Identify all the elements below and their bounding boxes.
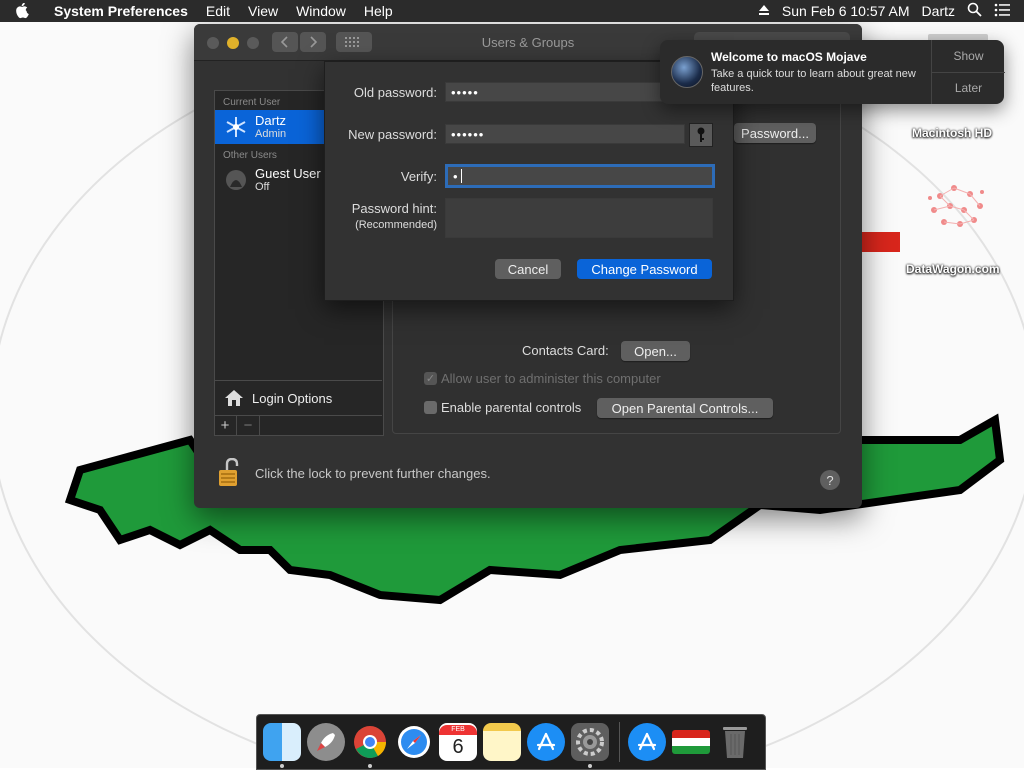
remove-user-button[interactable]: − (237, 416, 260, 435)
notification-center-icon[interactable] (994, 3, 1010, 20)
datawagon-logo-icon (928, 185, 984, 227)
old-password-label: Old password: (353, 85, 437, 100)
user-status: Off (255, 181, 270, 193)
menu-edit[interactable]: Edit (206, 3, 230, 19)
menu-window[interactable]: Window (296, 3, 346, 19)
login-options-label: Login Options (252, 390, 333, 406)
calendar-dock-icon[interactable]: FEB 6 (439, 723, 477, 761)
system-preferences-dock-icon[interactable] (571, 723, 609, 768)
menu-clock[interactable]: Sun Feb 6 10:57 AM (782, 3, 910, 19)
help-button[interactable]: ? (820, 470, 840, 490)
notes-dock-icon[interactable] (483, 723, 521, 761)
calendar-day: 6 (452, 736, 464, 758)
flag-image-dock-icon[interactable] (672, 730, 710, 754)
menu-view[interactable]: View (248, 3, 278, 19)
key-icon (697, 127, 705, 142)
menu-user[interactable]: Dartz (922, 3, 955, 19)
dock-separator (619, 722, 620, 762)
trash-icon (723, 727, 747, 758)
allow-admin-checkbox[interactable]: ✓ (424, 372, 437, 385)
add-user-button[interactable]: + (214, 416, 237, 435)
user-role: Admin (255, 128, 287, 140)
new-password-field[interactable]: •••••• (445, 124, 685, 144)
running-indicator (280, 764, 284, 768)
chrome-icon (354, 726, 387, 758)
password-assistant-key-button[interactable] (689, 123, 713, 147)
desktop-icon-label: DataWagon.com (906, 262, 1000, 276)
menu-app-name[interactable]: System Preferences (54, 3, 188, 19)
house-icon (224, 389, 244, 407)
app-store-icon (637, 732, 657, 751)
cancel-button[interactable]: Cancel (495, 259, 561, 279)
app-store-download-dock-icon[interactable] (628, 723, 666, 761)
compass-icon (398, 726, 430, 758)
running-indicator (368, 764, 372, 768)
menu-bar: System Preferences Edit View Window Help… (0, 0, 1024, 22)
password-hint-sublabel: (Recommended) (355, 219, 437, 231)
guest-avatar-icon (223, 167, 249, 193)
running-indicator (588, 764, 592, 768)
notification-body: Take a quick tour to learn about great n… (711, 68, 916, 94)
gear-icon (576, 728, 604, 756)
allow-admin-label: Allow user to administer this computer (441, 371, 661, 386)
app-store-icon (536, 732, 556, 751)
chrome-dock-icon[interactable] (351, 723, 389, 768)
finder-dock-icon[interactable] (263, 723, 301, 768)
spotlight-search-icon[interactable] (967, 2, 982, 20)
menu-help[interactable]: Help (364, 3, 393, 19)
lock-row: Click the lock to prevent further change… (218, 458, 491, 488)
verify-password-value: • (453, 168, 459, 184)
mojave-app-icon (671, 56, 703, 88)
eject-icon[interactable] (758, 3, 770, 19)
apple-menu-icon[interactable] (16, 3, 36, 19)
app-store-dock-icon[interactable] (527, 723, 565, 761)
user-name: Guest User (255, 166, 321, 181)
new-password-label: New password: (348, 127, 437, 142)
calendar-month: FEB (439, 725, 477, 735)
text-cursor (460, 169, 462, 183)
contacts-card-label: Contacts Card: (522, 343, 609, 358)
rocket-icon (317, 733, 335, 751)
verify-password-field[interactable]: • (445, 164, 715, 188)
open-parental-controls-button[interactable]: Open Parental Controls... (597, 398, 773, 418)
unlocked-lock-icon[interactable] (218, 458, 240, 488)
notification-later-button[interactable]: Later (931, 72, 1005, 104)
change-password-button[interactable]: Password... (734, 123, 816, 143)
trash-dock-icon[interactable] (716, 723, 754, 761)
parental-controls-checkbox[interactable] (424, 401, 437, 414)
notification-title: Welcome to macOS Mojave (711, 50, 867, 64)
lock-message: Click the lock to prevent further change… (255, 465, 491, 481)
notification-show-button[interactable]: Show (931, 40, 1005, 73)
contacts-open-button[interactable]: Open... (621, 341, 690, 361)
dock: FEB 6 (256, 714, 766, 770)
launchpad-dock-icon[interactable] (307, 723, 345, 761)
login-options-item[interactable]: Login Options (214, 380, 382, 415)
change-password-confirm-button[interactable]: Change Password (577, 259, 712, 279)
snowflake-avatar-icon (223, 114, 249, 140)
password-hint-field[interactable] (445, 198, 713, 238)
desktop-icon-label: Macintosh HD (912, 126, 993, 140)
password-hint-label: Password hint: (351, 201, 437, 216)
parental-controls-label: Enable parental controls (441, 400, 582, 415)
user-name: Dartz (255, 113, 287, 128)
welcome-notification[interactable]: Welcome to macOS Mojave Take a quick tou… (660, 40, 1005, 104)
user-list-controls: + − (214, 415, 382, 435)
verify-label: Verify: (400, 169, 437, 184)
safari-dock-icon[interactable] (395, 723, 433, 761)
